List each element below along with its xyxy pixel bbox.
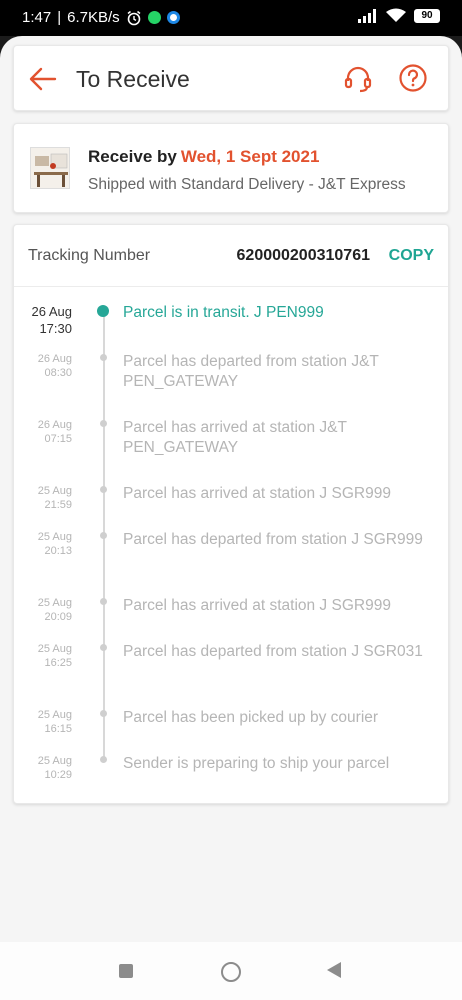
- event-datetime: 25 Aug 21:59: [14, 484, 72, 512]
- header-bar: To Receive: [13, 45, 449, 111]
- back-arrow-icon: [29, 67, 57, 91]
- event-time: 08:30: [44, 367, 72, 379]
- event-date: 25 Aug: [37, 709, 72, 721]
- event-description: Parcel has departed from station J&T PEN…: [123, 353, 379, 390]
- delivery-estimate: Receive by Wed, 1 Sept 2021: [88, 147, 319, 167]
- event-datetime: 25 Aug 10:29: [14, 754, 72, 782]
- back-button[interactable]: [28, 64, 58, 94]
- customer-support-button[interactable]: [343, 64, 373, 94]
- event-time: 21:59: [44, 499, 72, 511]
- event-date: 26 Aug: [31, 304, 73, 319]
- battery-icon: 90: [414, 8, 440, 23]
- event-time: 20:13: [44, 545, 72, 557]
- event-datetime: 26 Aug 08:30: [14, 352, 72, 380]
- delivery-date: Wed, 1 Sept 2021: [180, 147, 320, 166]
- status-right: 90: [358, 8, 440, 23]
- event-description: Parcel has departed from station J SGR99…: [123, 531, 423, 548]
- event-date: 26 Aug: [37, 419, 72, 431]
- timeline-dot: [100, 598, 107, 605]
- event-datetime: 25 Aug 16:25: [14, 642, 72, 670]
- network-speed: 6.7KB/s: [67, 9, 120, 26]
- status-bar: 1:47 | 6.7KB/s 90: [0, 0, 462, 36]
- event-description: Parcel has departed from station J SGR03…: [123, 643, 423, 660]
- event-description: Parcel has arrived at station J SGR999: [123, 485, 391, 502]
- event-date: 26 Aug: [37, 353, 72, 365]
- timeline-dot: [100, 486, 107, 493]
- home-button[interactable]: [221, 962, 241, 982]
- system-nav-bar: [0, 942, 462, 1000]
- event-datetime: 25 Aug 20:13: [14, 530, 72, 558]
- event-time: 07:15: [44, 433, 72, 445]
- status-time: 1:47: [22, 9, 52, 26]
- delivery-info-card: Receive by Wed, 1 Sept 2021 Shipped with …: [13, 123, 449, 213]
- delivery-estimate-label: Receive by: [88, 147, 177, 166]
- recent-apps-button[interactable]: [119, 964, 133, 978]
- tracking-timeline: 26 Aug 17:30 Parcel is in transit. J PEN99…: [14, 225, 448, 803]
- whatsapp-icon: [147, 11, 161, 24]
- event-time: 17:30: [39, 321, 72, 336]
- help-button[interactable]: [398, 63, 428, 93]
- status-separator: |: [57, 9, 62, 26]
- event-datetime: 25 Aug 16:15: [14, 708, 72, 736]
- signal-icon: [358, 8, 378, 23]
- timeline-dot: [100, 710, 107, 717]
- event-description: Parcel has arrived at station J SGR999: [123, 597, 391, 614]
- event-date: 25 Aug: [37, 485, 72, 497]
- event-description: Parcel has been picked up by courier: [123, 709, 379, 726]
- event-time: 16:15: [44, 723, 72, 735]
- phone-icon: [166, 11, 180, 24]
- event-datetime: 25 Aug 20:09: [14, 596, 72, 624]
- event-time: 16:25: [44, 657, 72, 669]
- event-date: 25 Aug: [37, 755, 72, 767]
- event-time: 20:09: [44, 611, 72, 623]
- tracking-card: Tracking Number 620000200310761 COPY 26 …: [13, 224, 449, 804]
- event-datetime: 26 Aug 07:15: [14, 418, 72, 446]
- timeline-dot: [100, 420, 107, 427]
- timeline-dot: [100, 354, 107, 361]
- event-description: Sender is preparing to ship your parcel: [123, 755, 390, 772]
- back-nav-button[interactable]: [327, 962, 341, 978]
- event-description: Parcel has arrived at station J&T PEN_GA…: [123, 419, 347, 456]
- timeline-dot: [97, 305, 109, 317]
- timeline-dot: [100, 644, 107, 651]
- product-thumbnail[interactable]: [30, 147, 70, 189]
- event-date: 25 Aug: [37, 643, 72, 655]
- shipping-method: Shipped with Standard Delivery - J&T Exp…: [88, 176, 406, 193]
- headset-icon: [344, 66, 372, 93]
- wifi-icon: [386, 8, 406, 23]
- timeline-dot: [100, 756, 107, 763]
- status-left: 1:47 | 6.7KB/s: [22, 9, 180, 26]
- event-date: 25 Aug: [37, 531, 72, 543]
- event-date: 25 Aug: [37, 597, 72, 609]
- help-icon: [399, 64, 427, 92]
- page-title: To Receive: [76, 66, 190, 92]
- event-datetime: 26 Aug 17:30: [14, 303, 73, 337]
- app-screen: To Receive Receive by Wed, 1 Sept 2021 Sh…: [0, 36, 462, 1000]
- event-time: 10:29: [44, 769, 72, 781]
- timeline-dot: [100, 532, 107, 539]
- alarm-icon: [126, 10, 142, 26]
- event-description: Parcel is in transit. J PEN999: [123, 304, 324, 321]
